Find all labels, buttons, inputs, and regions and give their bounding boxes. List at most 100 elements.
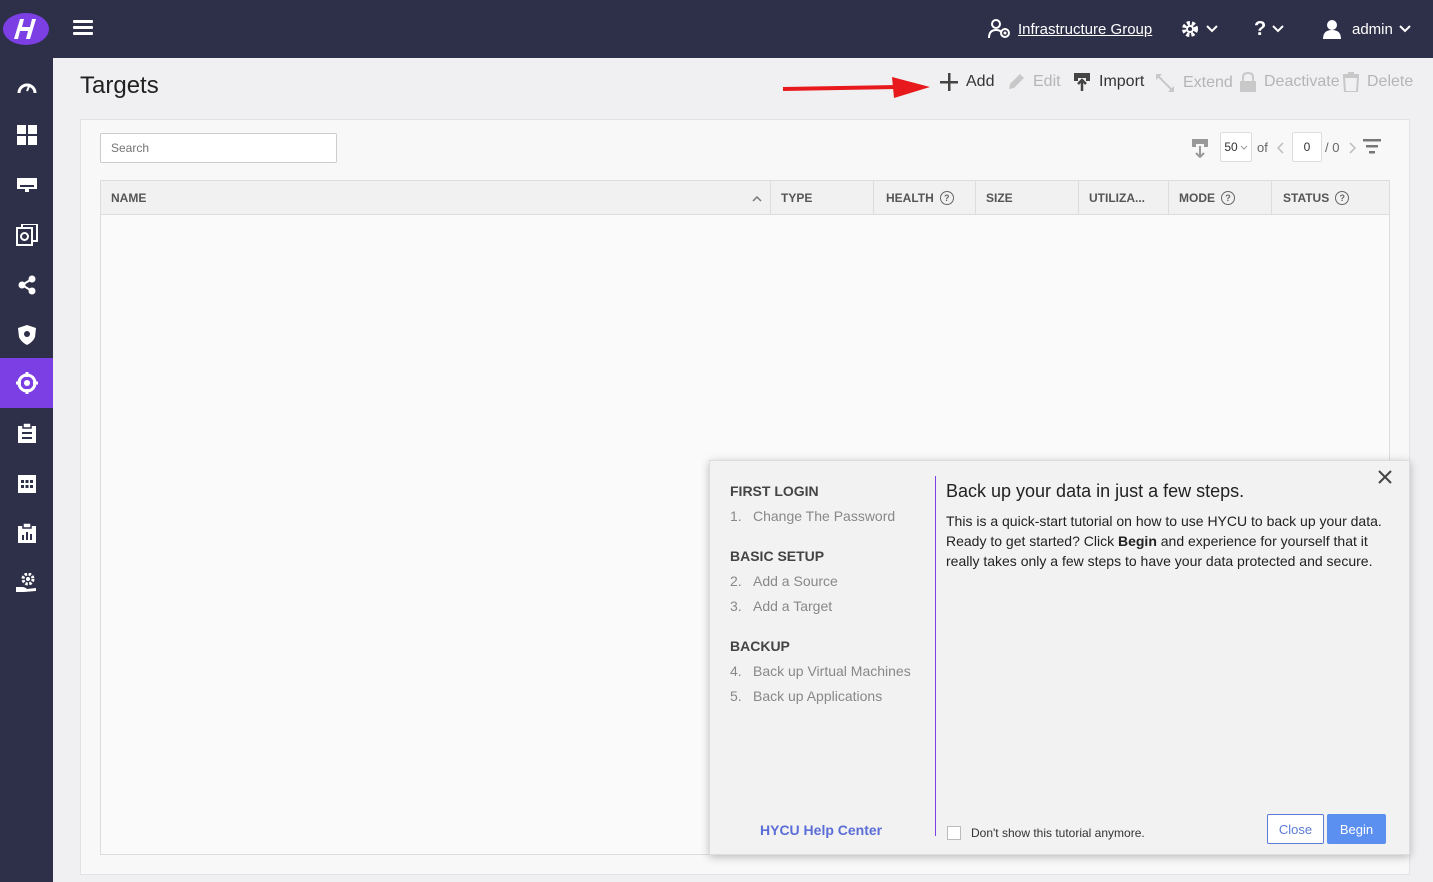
column-header-size[interactable]: SIZE [976,181,1079,215]
gauge-icon [17,83,36,94]
page-number-value: 0 [1303,140,1311,154]
lock-icon [1240,72,1256,92]
nav-virtual-machines[interactable] [0,160,53,210]
edit-label: Edit [1033,73,1061,90]
tutorial-dialog: FIRST LOGIN 1. Change The Password BASIC … [709,460,1410,855]
grid-icon [16,125,37,145]
monitor-icon [16,178,37,192]
nav-events[interactable] [0,458,53,508]
chevron-right-icon[interactable] [1348,142,1356,154]
total-pages-label: / 0 [1325,140,1340,155]
tutorial-step: 1. Change The Password [730,508,895,524]
chevron-left-icon[interactable] [1277,142,1285,154]
add-button[interactable]: Add [940,73,994,91]
tutorial-step-label: Change The Password [753,508,896,524]
disks-icon [15,224,38,246]
tutorial-section-title: FIRST LOGIN [730,483,819,499]
column-label: HEALTH [886,191,934,205]
tutorial-section-title: BASIC SETUP [730,548,825,564]
user-dropdown[interactable]: admin [1322,0,1411,58]
deactivate-button[interactable]: Deactivate [1240,72,1340,92]
nav-dashboard-gauge[interactable] [0,61,53,111]
column-label: TYPE [781,191,813,205]
help-center-link[interactable]: HYCU Help Center [760,822,882,838]
help-circle-icon[interactable]: ? [939,191,954,205]
extend-button[interactable]: Extend [1155,73,1233,93]
menu-toggle-icon[interactable] [73,20,93,36]
column-header-status[interactable]: STATUS ? [1272,181,1389,215]
nav-self-service[interactable] [0,558,53,608]
sort-ascending-icon [752,195,762,202]
column-header-name[interactable]: NAME [101,181,771,215]
top-bar: Infrastructure Group ? admin [0,0,1433,58]
infrastructure-group-label[interactable]: Infrastructure Group [1018,21,1152,38]
deactivate-label: Deactivate [1264,73,1340,90]
extend-icon [1156,74,1174,92]
nav-dashboard[interactable] [0,110,53,160]
chevron-down-icon [1240,145,1248,150]
column-label: UTILIZA... [1089,191,1145,205]
dont-show-checkbox[interactable] [947,826,961,840]
nav-reports[interactable] [0,508,53,558]
column-header-mode[interactable]: MODE ? [1169,181,1272,215]
chevron-down-icon [1206,25,1218,33]
begin-button[interactable]: Begin [1327,814,1386,844]
tutorial-step-label: Add a Target [753,598,833,614]
column-header-health[interactable]: HEALTH ? [874,181,976,215]
page-number-input[interactable]: 0 [1292,132,1322,162]
plus-icon [940,73,958,91]
delete-label: Delete [1367,73,1414,90]
export-icon[interactable] [1191,138,1209,158]
tutorial-title: Back up your data in just a few steps. [946,481,1245,501]
tutorial-divider [935,476,936,836]
help-dropdown[interactable]: ? [1254,0,1284,58]
user-icon [1323,20,1341,39]
help-icon: ? [1254,17,1267,40]
column-label: NAME [111,191,147,205]
user-group-icon [988,19,1010,39]
tutorial-step-number: 1. [730,508,742,524]
table-header: NAME TYPE HEALTH ? SIZE UTILIZA... MODE … [101,181,1389,215]
page-size-select[interactable]: 50 [1220,132,1252,162]
dont-show-label: Don't show this tutorial anymore. [971,826,1145,840]
report-icon [17,523,36,543]
nav-shares[interactable] [0,260,53,310]
column-label: STATUS [1283,191,1330,205]
close-icon[interactable] [1378,467,1392,490]
infrastructure-group-link[interactable]: Infrastructure Group [988,0,1152,58]
tutorial-step-number: 5. [730,688,742,704]
search-input[interactable] [100,133,337,163]
edit-button[interactable]: Edit [1007,73,1061,91]
tutorial-step-number: 4. [730,663,742,679]
pencil-icon [1009,74,1024,89]
clipboard-icon [17,423,36,443]
share-icon [18,275,35,295]
nav-targets[interactable] [0,358,53,408]
trash-icon [1343,72,1359,92]
page-size-value: 50 [1224,140,1238,154]
gear-icon [1182,21,1198,37]
pager-of-label: of [1257,140,1268,155]
nav-policies[interactable] [0,310,53,360]
nav-jobs[interactable] [0,408,53,458]
filter-icon[interactable] [1363,139,1381,155]
help-circle-icon[interactable]: ? [1221,191,1235,205]
nav-applications[interactable] [0,210,53,260]
import-button[interactable]: Import [1073,72,1144,92]
hycu-logo[interactable] [0,9,53,49]
column-header-type[interactable]: TYPE [771,181,874,215]
tutorial-body: This is a quick-start tutorial on how to… [946,511,1391,571]
column-header-utilization[interactable]: UTILIZA... [1079,181,1169,215]
column-label: SIZE [986,191,1013,205]
tutorial-step: 4. Back up Virtual Machines [730,663,911,679]
tutorial-step: 3. Add a Target [730,598,832,614]
tutorial-step-label: Back up Virtual Machines [753,663,911,679]
settings-dropdown[interactable] [1180,0,1218,58]
tutorial-step: 2. Add a Source [730,573,838,589]
delete-button[interactable]: Delete [1343,72,1413,92]
tutorial-step: 5. Back up Applications [730,688,882,704]
tutorial-step-number: 3. [730,598,742,614]
close-button[interactable]: Close [1267,814,1324,844]
help-circle-icon[interactable]: ? [1335,191,1350,205]
import-icon [1074,73,1090,91]
